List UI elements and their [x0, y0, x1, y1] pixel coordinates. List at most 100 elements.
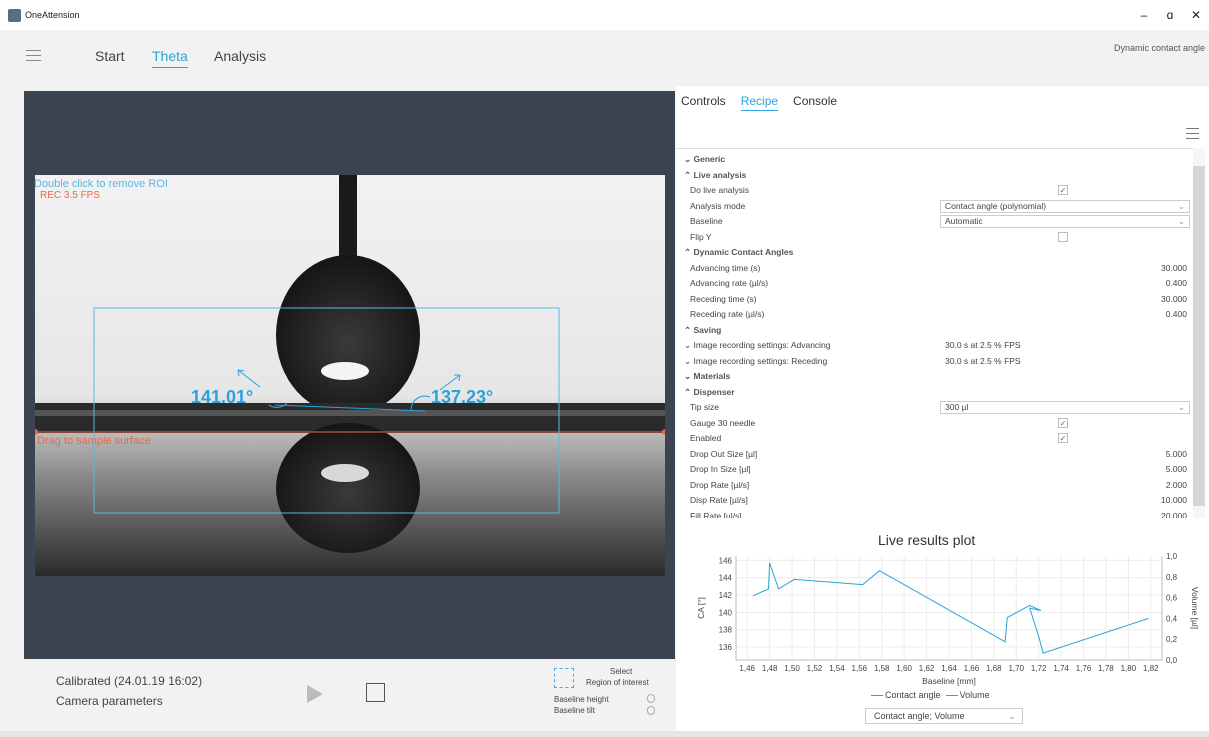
recipe-row[interactable]: Analysis mode Contact angle (polynomial) ⌄: [676, 199, 1193, 214]
maximize-button[interactable]: ɑ: [1157, 8, 1183, 22]
recipe-checkbox[interactable]: [1058, 231, 1068, 242]
recipe-row[interactable]: Receding time (s) 30.000: [676, 292, 1193, 307]
baseline-height-spinner[interactable]: [647, 694, 655, 703]
recipe-tree[interactable]: ⌄ Generic ⌃ Live analysis Do live analysis…: [676, 148, 1193, 518]
top-nav: Start Theta Analysis Dynamic contact ang…: [0, 30, 1209, 82]
roi-hint: Double click to remove ROI: [34, 178, 168, 190]
recipe-row[interactable]: Advancing time (s) 30.000: [676, 261, 1193, 276]
droplet-image[interactable]: 141.01° 137.23° Drag to sample surface.: [35, 175, 665, 576]
recipe-row[interactable]: Enabled ✓: [676, 431, 1193, 446]
recipe-row-label: Enabled: [690, 433, 722, 443]
menu-icon[interactable]: [26, 50, 41, 62]
recipe-checkbox[interactable]: ✓: [1058, 417, 1068, 428]
recipe-section[interactable]: ⌃ Dispenser: [676, 385, 1193, 400]
tab-console[interactable]: Console: [793, 94, 837, 111]
tab-recipe[interactable]: Recipe: [740, 94, 779, 111]
x-axis-label: Baseline [mm]: [922, 676, 976, 686]
play-icon[interactable]: [307, 685, 323, 703]
nav-tab-theta[interactable]: Theta: [152, 48, 188, 68]
minimize-button[interactable]: –: [1131, 8, 1157, 22]
recipe-number-value[interactable]: 30.000: [1161, 292, 1187, 307]
recipe-row-label: ⌃ Live analysis: [684, 169, 747, 180]
x-tick-label: 1,50: [784, 664, 800, 673]
recipe-row[interactable]: Tip size 300 µl ⌄: [676, 400, 1193, 415]
camera-parameters-link[interactable]: Camera parameters: [56, 694, 163, 708]
baseline-tilt-spinner[interactable]: [647, 706, 655, 715]
x-tick-label: 1,56: [852, 664, 868, 673]
y2-tick-label: 0,0: [1166, 656, 1178, 665]
y2-tick-label: 1,0: [1166, 552, 1178, 561]
recipe-select[interactable]: 300 µl ⌄: [940, 401, 1190, 414]
recipe-row-label: Tip size: [690, 402, 719, 412]
panel-menu-icon[interactable]: [1186, 128, 1199, 139]
baseline-tilt-label: Baseline tilt: [554, 706, 595, 715]
recipe-select[interactable]: Contact angle (polynomial) ⌄: [940, 199, 1190, 213]
recipe-section[interactable]: ⌄ Materials: [676, 369, 1193, 384]
recipe-row-label: Disp Rate [µl/s]: [690, 495, 748, 505]
recipe-row[interactable]: ⌄ Image recording settings: Receding 30.0…: [676, 354, 1193, 369]
recipe-number-value[interactable]: 5.000: [1166, 462, 1187, 477]
chevron-down-icon: ⌄: [1177, 200, 1185, 211]
select-roi-icon[interactable]: [554, 668, 574, 688]
recipe-row[interactable]: Drop Rate [µl/s] 2.000: [676, 478, 1193, 493]
recipe-row-label: Drop Rate [µl/s]: [690, 479, 750, 490]
app-title: OneAttension: [25, 10, 80, 20]
recipe-number-value[interactable]: 0.400: [1166, 307, 1187, 322]
recipe-number-value[interactable]: 5.000: [1166, 447, 1187, 462]
recipe-checkbox[interactable]: ✓: [1058, 433, 1068, 443]
status-bar: [0, 731, 1209, 737]
recipe-row-label: Advancing rate (µl/s): [690, 278, 769, 288]
close-button[interactable]: ✕: [1183, 8, 1209, 22]
recipe-row[interactable]: Advancing rate (µl/s) 0.400: [676, 276, 1193, 291]
camera-view[interactable]: 141.01° 137.23° Drag to sample surface. …: [24, 91, 675, 659]
x-tick-label: 1,64: [941, 664, 957, 673]
recipe-select-value: Contact angle (polynomial): [945, 200, 1047, 211]
recipe-row-label: ⌃ Saving: [684, 324, 722, 335]
recipe-scroll-thumb[interactable]: [1193, 166, 1205, 506]
select-label: Select: [610, 667, 633, 676]
recipe-select[interactable]: Automatic ⌄: [940, 215, 1190, 228]
recipe-checkbox[interactable]: ✓: [1058, 185, 1068, 195]
recipe-number-value[interactable]: 0.400: [1166, 276, 1187, 291]
recipe-section[interactable]: ⌃ Live analysis: [676, 168, 1193, 183]
recipe-number-value[interactable]: 30.000: [1161, 261, 1187, 276]
calibration-status[interactable]: Calibrated (24.01.19 16:02): [56, 674, 202, 688]
recipe-number-value[interactable]: 2.000: [1166, 478, 1187, 493]
tab-controls[interactable]: Controls: [681, 94, 726, 111]
recipe-number-value[interactable]: 20.000: [1161, 509, 1187, 519]
recipe-row[interactable]: Gauge 30 needle ✓: [676, 416, 1193, 431]
x-tick-label: 1,82: [1143, 664, 1159, 673]
recipe-row[interactable]: Drop In Size [µl] 5.000: [676, 462, 1193, 477]
chevron-down-icon: ⌄: [1177, 402, 1185, 412]
recipe-row[interactable]: Receding rate (µl/s) 0.400: [676, 307, 1193, 322]
recipe-row[interactable]: Drop Out Size [µl] 5.000: [676, 447, 1193, 462]
nav-tab-start[interactable]: Start: [95, 48, 125, 67]
recipe-row[interactable]: ⌄ Image recording settings: Advancing 30.…: [676, 338, 1193, 353]
x-tick-label: 1,46: [739, 664, 755, 673]
y2-axis-label: Volume [µl]: [1190, 587, 1200, 629]
recipe-section[interactable]: ⌃ Dynamic Contact Angles: [676, 245, 1193, 260]
plot-title: Live results plot: [878, 532, 976, 548]
y2-tick-label: 0,4: [1166, 614, 1178, 623]
recipe-select-value: Automatic: [945, 216, 983, 226]
recipe-row-label: Fill Rate [µl/s]: [690, 510, 742, 519]
stop-icon[interactable]: [366, 683, 385, 702]
recipe-row[interactable]: Baseline Automatic ⌄: [676, 214, 1193, 229]
recipe-section[interactable]: ⌃ Saving: [676, 323, 1193, 338]
x-tick-label: 1,78: [1098, 664, 1114, 673]
app-icon: [8, 8, 21, 22]
plot-series-select[interactable]: Contact angle; Volume ⌄: [865, 708, 1023, 724]
nav-tab-analysis[interactable]: Analysis: [214, 48, 266, 67]
recipe-row[interactable]: Flip Y: [676, 230, 1193, 245]
recipe-number-value[interactable]: 10.000: [1161, 493, 1187, 508]
recipe-text-value: 30.0 s at 2.5 % FPS: [945, 355, 1021, 366]
recipe-row-label: Gauge 30 needle: [690, 417, 756, 428]
y-axis-label: CA [°]: [696, 597, 706, 619]
y-tick-label: 146: [719, 556, 733, 565]
recipe-row[interactable]: Do live analysis ✓: [676, 183, 1193, 198]
recipe-section[interactable]: ⌄ Generic: [676, 152, 1193, 167]
x-tick-label: 1,60: [896, 664, 912, 673]
recipe-row[interactable]: Disp Rate [µl/s] 10.000: [676, 493, 1193, 508]
recipe-row[interactable]: Fill Rate [µl/s] 20.000: [676, 509, 1193, 519]
y2-tick-label: 0,8: [1166, 573, 1178, 582]
